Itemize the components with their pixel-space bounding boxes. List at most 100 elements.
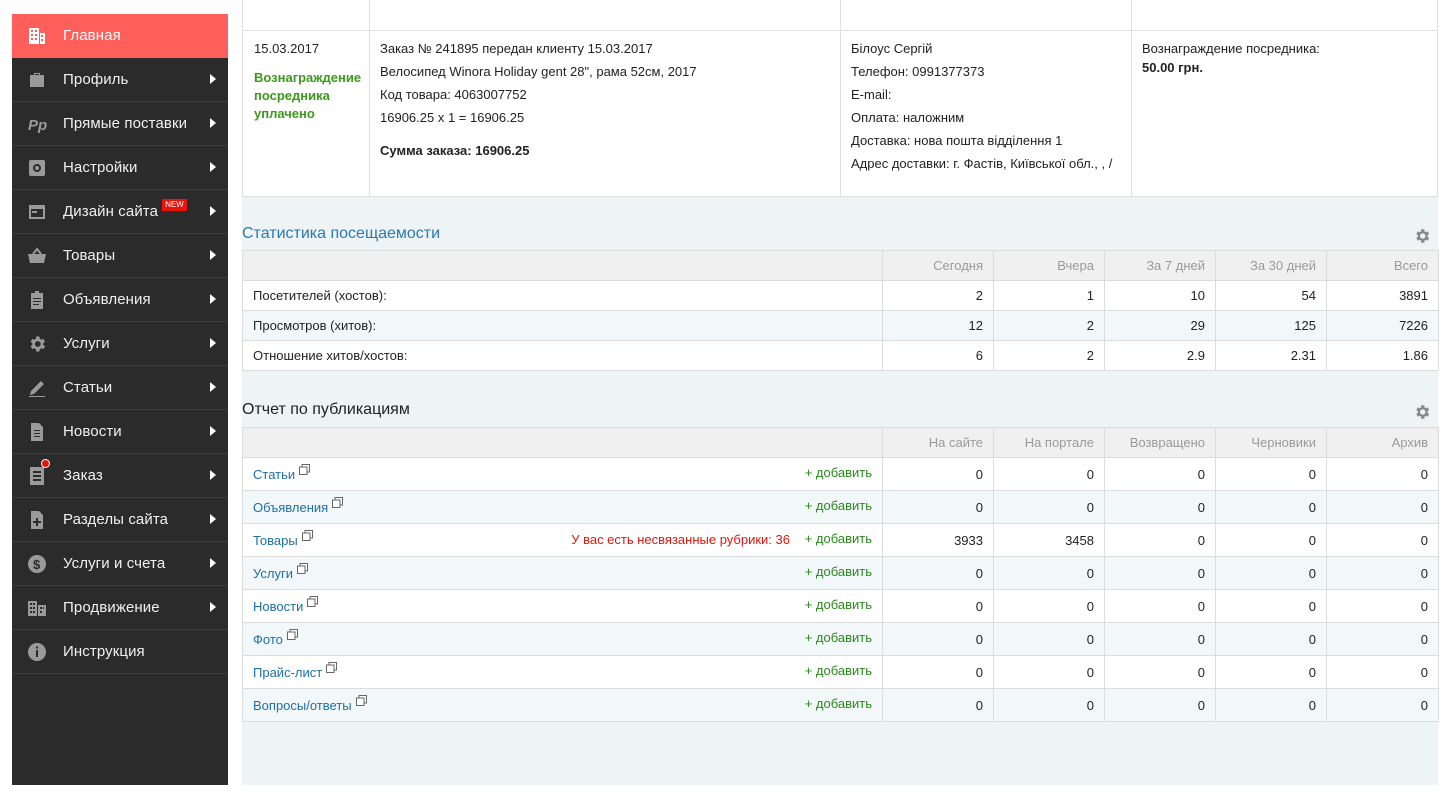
sidebar-item-label: Заказ bbox=[63, 467, 103, 484]
publication-count: 0 bbox=[1215, 688, 1327, 722]
publications-header-blank bbox=[242, 427, 883, 458]
sidebar-item-13[interactable]: Продвижение bbox=[12, 586, 228, 630]
sidebar-item-label: Настройки bbox=[63, 159, 138, 176]
add-button[interactable]: + добавить bbox=[805, 531, 872, 546]
sidebar-item-14[interactable]: Инструкция bbox=[12, 630, 228, 674]
table-row: Просмотров (хитов): 12 2 29 125 7226 bbox=[242, 310, 1439, 341]
stats-title: Статистика посещаемости bbox=[242, 225, 441, 242]
external-link-icon[interactable] bbox=[286, 628, 298, 640]
order-card: 15.03.2017 Вознаграждение посредника упл… bbox=[242, 0, 1438, 197]
stats-row-label: Отношение хитов/хостов: bbox=[242, 340, 883, 371]
customer-line: Оплата: наложним bbox=[851, 110, 965, 125]
publications-column-header: На сайте bbox=[882, 427, 994, 458]
customer-line: Білоус Сергій bbox=[851, 41, 933, 56]
publication-link[interactable]: Статьи bbox=[253, 467, 295, 482]
stats-row-label: Просмотров (хитов): bbox=[242, 310, 883, 341]
add-button[interactable]: + добавить bbox=[805, 564, 872, 579]
publication-count: 0 bbox=[1326, 523, 1439, 557]
sidebar-item-label: Услуги и счета bbox=[63, 555, 166, 572]
publication-count: 0 bbox=[1104, 523, 1216, 557]
publication-count: 0 bbox=[882, 589, 994, 623]
gear-icon bbox=[26, 333, 48, 355]
sidebar: Главная Профиль Pp Прямые поставки Настройки… bbox=[12, 14, 228, 785]
external-link-icon[interactable] bbox=[301, 529, 313, 541]
stats-value: 29 bbox=[1104, 310, 1216, 341]
publications-column-header: Черновики bbox=[1215, 427, 1327, 458]
publication-name-cell: Прайс-лист + добавить bbox=[242, 655, 883, 689]
add-button[interactable]: + добавить bbox=[805, 663, 872, 678]
external-link-icon[interactable] bbox=[326, 661, 338, 673]
sidebar-item-9[interactable]: Новости bbox=[12, 410, 228, 454]
unlinked-rubrics-warning[interactable]: У вас есть несвязанные рубрики: 36 bbox=[571, 532, 790, 547]
publication-link[interactable]: Объявления bbox=[253, 500, 328, 515]
chevron-right-icon bbox=[210, 162, 216, 172]
stats-value: 10 bbox=[1104, 280, 1216, 311]
stats-value: 2 bbox=[882, 280, 994, 311]
svg-text:$: $ bbox=[33, 557, 41, 572]
sidebar-item-7[interactable]: Услуги bbox=[12, 322, 228, 366]
add-button[interactable]: + добавить bbox=[805, 465, 872, 480]
add-button[interactable]: + добавить bbox=[805, 597, 872, 612]
document-icon bbox=[26, 421, 48, 443]
sidebar-item-11[interactable]: Разделы сайта bbox=[12, 498, 228, 542]
sidebar-item-10[interactable]: Заказ bbox=[12, 454, 228, 498]
publication-link[interactable]: Товары bbox=[253, 533, 298, 548]
sidebar-item-8[interactable]: Статьи bbox=[12, 366, 228, 410]
sidebar-item-0[interactable]: Главная bbox=[12, 14, 228, 58]
chevron-right-icon bbox=[210, 294, 216, 304]
building-icon bbox=[26, 25, 48, 47]
publication-link[interactable]: Фото bbox=[253, 632, 283, 647]
publication-count: 0 bbox=[1215, 457, 1327, 491]
publication-name-cell: Товары У вас есть несвязанные рубрики: 36… bbox=[242, 523, 883, 557]
publication-count: 0 bbox=[882, 490, 994, 524]
external-link-icon[interactable] bbox=[307, 595, 319, 607]
chevron-right-icon bbox=[210, 206, 216, 216]
order-line: Код товара: 4063007752 bbox=[380, 87, 527, 102]
add-button[interactable]: + добавить bbox=[805, 630, 872, 645]
publication-count: 0 bbox=[1215, 655, 1327, 689]
publication-count: 0 bbox=[1104, 688, 1216, 722]
table-row: Прайс-лист + добавить 0 0 0 0 0 bbox=[242, 655, 1439, 689]
file-plus-icon bbox=[26, 509, 48, 531]
external-link-icon[interactable] bbox=[355, 694, 367, 706]
table-row: Отношение хитов/хостов: 6 2 2.9 2.31 1.86 bbox=[242, 340, 1439, 371]
svg-text:Pp: Pp bbox=[28, 117, 47, 134]
table-row: Объявления + добавить 0 0 0 0 0 bbox=[242, 490, 1439, 524]
chevron-right-icon bbox=[210, 558, 216, 568]
sidebar-item-6[interactable]: Объявления bbox=[12, 278, 228, 322]
sidebar-item-2[interactable]: Pp Прямые поставки bbox=[12, 102, 228, 146]
notification-dot bbox=[41, 459, 50, 468]
sidebar-item-4[interactable]: Дизайн сайта NEW bbox=[12, 190, 228, 234]
publication-link[interactable]: Услуги bbox=[253, 566, 293, 581]
publications-gear-icon[interactable] bbox=[1413, 403, 1431, 421]
chevron-right-icon bbox=[210, 470, 216, 480]
publication-link[interactable]: Прайс-лист bbox=[253, 665, 322, 680]
publication-link[interactable]: Вопросы/ответы bbox=[253, 698, 352, 713]
stats-column-header: Всего bbox=[1326, 250, 1439, 281]
publication-name-cell: Услуги + добавить bbox=[242, 556, 883, 590]
external-link-icon[interactable] bbox=[296, 562, 308, 574]
publication-name-cell: Фото + добавить bbox=[242, 622, 883, 656]
stats-value: 1 bbox=[993, 280, 1105, 311]
publications-title: Отчет по публикациям bbox=[242, 401, 410, 418]
publications-column-header: Возвращено bbox=[1104, 427, 1216, 458]
pp-logo-icon: Pp bbox=[26, 113, 48, 135]
external-link-icon[interactable] bbox=[332, 496, 344, 508]
sidebar-item-3[interactable]: Настройки bbox=[12, 146, 228, 190]
publication-count: 0 bbox=[993, 688, 1105, 722]
sidebar-item-5[interactable]: Товары bbox=[12, 234, 228, 278]
publication-link[interactable]: Новости bbox=[253, 599, 303, 614]
sidebar-item-1[interactable]: Профиль bbox=[12, 58, 228, 102]
add-button[interactable]: + добавить bbox=[805, 498, 872, 513]
external-link-icon[interactable] bbox=[299, 463, 311, 475]
publication-count: 0 bbox=[1326, 457, 1439, 491]
add-button[interactable]: + добавить bbox=[805, 696, 872, 711]
publication-count: 0 bbox=[1215, 622, 1327, 656]
customer-line: Доставка: нова пошта відділення 1 bbox=[851, 133, 1063, 148]
publication-count: 0 bbox=[1326, 556, 1439, 590]
sidebar-item-label: Статьи bbox=[63, 379, 113, 396]
sidebar-item-12[interactable]: $ Услуги и счета bbox=[12, 542, 228, 586]
stats-gear-icon[interactable] bbox=[1413, 227, 1431, 245]
info-icon bbox=[26, 641, 48, 663]
stats-header-blank bbox=[242, 250, 883, 281]
